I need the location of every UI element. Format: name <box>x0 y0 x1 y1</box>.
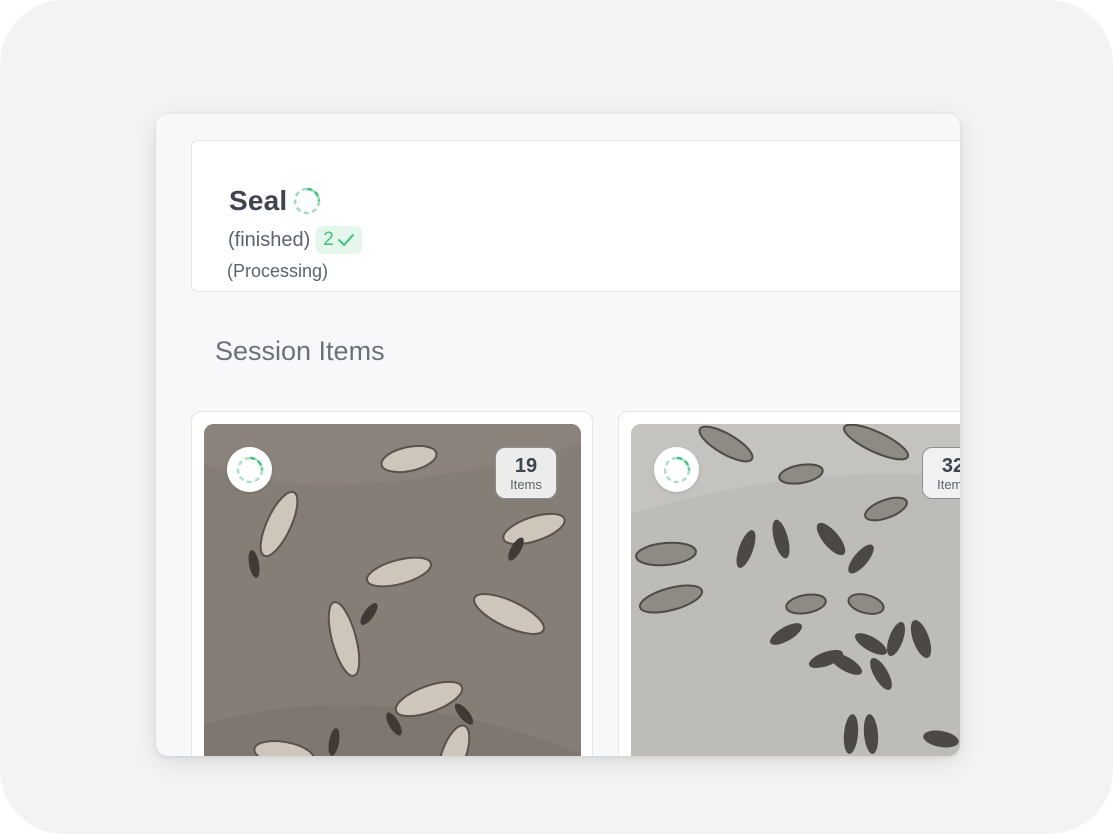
progress-spinner-icon <box>663 456 690 483</box>
items-count-badge: 32 Items <box>922 447 960 499</box>
section-title: Session Items <box>215 336 385 366</box>
session-item-card[interactable]: 32 Items <box>618 411 960 756</box>
session-item-image: 19 Items <box>204 424 581 756</box>
items-label: Items <box>510 476 542 492</box>
finished-count: 2 <box>323 229 334 250</box>
check-icon <box>337 234 354 246</box>
item-status-indicator <box>654 447 699 492</box>
session-title-row: Seal <box>229 185 321 217</box>
items-count: 19 <box>514 454 538 477</box>
processing-label: (Processing) <box>227 261 329 281</box>
progress-spinner-icon <box>236 456 263 483</box>
items-count-badge: 19 Items <box>495 447 557 499</box>
session-status-row: (finished) 2 <box>228 226 362 254</box>
session-item-card[interactable]: 19 Items <box>191 411 593 756</box>
app-window: Seal (finished) 2 (Processing) Session I… <box>156 114 960 756</box>
item-status-indicator <box>227 447 272 492</box>
session-header-card: Seal (finished) 2 (Processing) <box>191 140 960 292</box>
finished-count-badge: 2 <box>316 226 362 254</box>
items-label: Items <box>937 476 960 492</box>
items-count: 32 <box>941 454 960 477</box>
backdrop: Seal (finished) 2 (Processing) Session I… <box>0 0 1113 834</box>
session-item-image: 32 Items <box>631 424 960 756</box>
session-status: (finished) <box>228 228 311 251</box>
progress-spinner-icon <box>294 187 321 215</box>
session-title: Seal <box>229 185 288 216</box>
